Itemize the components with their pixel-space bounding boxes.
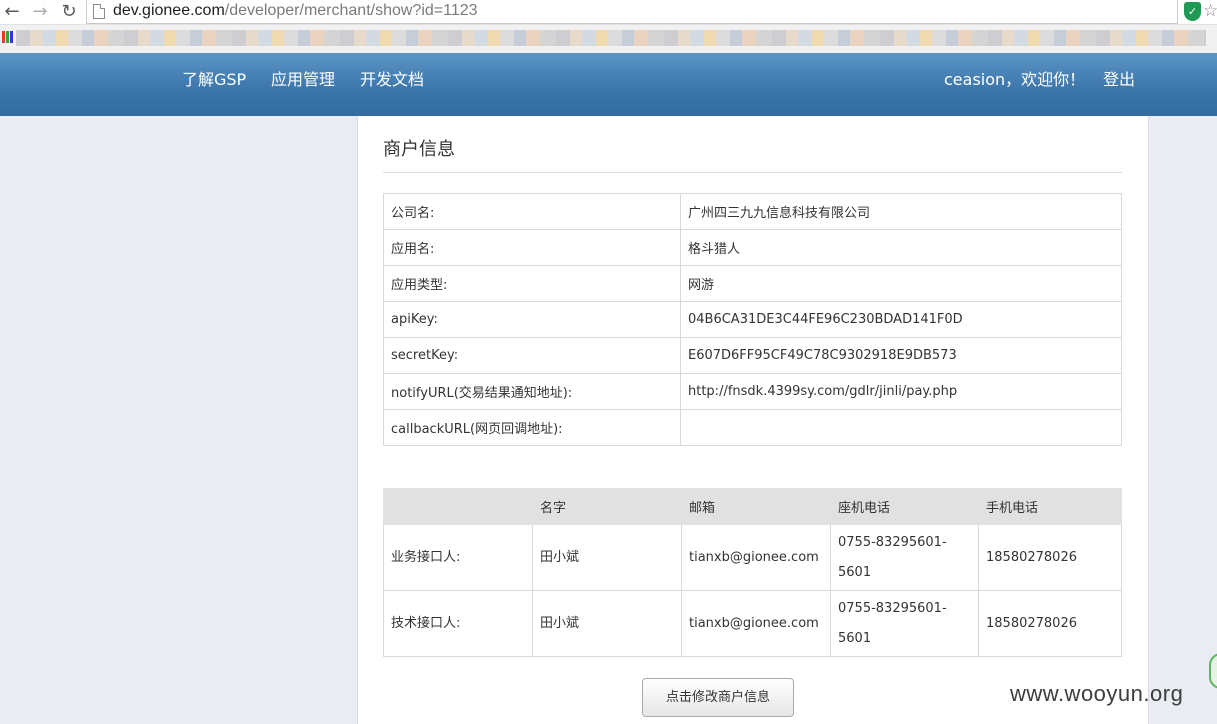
table-row: notifyURL(交易结果通知地址): http://fnsdk.4399sy… bbox=[383, 373, 1122, 410]
site-header: 了解GSP 应用管理 开发文档 ceasion，欢迎你！ 登出 bbox=[0, 53, 1217, 116]
apikey-label: apiKey: bbox=[383, 301, 681, 338]
contact-landline: 0755-83295601- 5601 bbox=[830, 524, 979, 591]
app-type-value: 网游 bbox=[680, 265, 1122, 302]
contact-role: 技术接口人: bbox=[383, 590, 533, 657]
logout-link[interactable]: 登出 bbox=[1103, 69, 1135, 91]
company-value: 广州四三九九信息科技有限公司 bbox=[680, 193, 1122, 230]
header-role bbox=[383, 488, 533, 525]
apps-icon[interactable] bbox=[2, 31, 14, 43]
back-icon[interactable]: ← bbox=[1, 1, 23, 23]
header-name: 名字 bbox=[532, 488, 682, 525]
title-divider bbox=[383, 172, 1122, 173]
landline-part1: 0755-83295601- bbox=[838, 600, 947, 616]
nav-about-gsp[interactable]: 了解GSP bbox=[182, 69, 246, 91]
table-row: 业务接口人: 田小斌 tianxb@gionee.com 0755-832956… bbox=[383, 524, 1122, 591]
company-label: 公司名: bbox=[383, 193, 681, 230]
table-row: 应用名: 格斗猎人 bbox=[383, 229, 1122, 266]
app-type-label: 应用类型: bbox=[383, 265, 681, 302]
secretkey-label: secretKey: bbox=[383, 337, 681, 374]
merchant-panel: 商户信息 公司名: 广州四三九九信息科技有限公司 应用名: 格斗猎人 应用类型:… bbox=[357, 116, 1149, 724]
contact-landline: 0755-83295601- 5601 bbox=[830, 590, 979, 657]
contact-name: 田小斌 bbox=[532, 590, 682, 657]
welcome-user[interactable]: ceasion，欢迎你！ bbox=[944, 69, 1085, 91]
landline-part1: 0755-83295601- bbox=[838, 534, 947, 550]
shield-icon[interactable]: ✓ bbox=[1184, 2, 1201, 21]
browser-toolbar: ← → ↻ dev.gionee.com/developer/merchant/… bbox=[0, 0, 1217, 25]
contact-email: tianxb@gionee.com bbox=[681, 524, 831, 591]
url-host: dev.gionee.com bbox=[113, 2, 225, 19]
table-row: 公司名: 广州四三九九信息科技有限公司 bbox=[383, 193, 1122, 230]
secretkey-value: E607D6FF95CF49C78C9302918E9DB573 bbox=[680, 337, 1122, 374]
table-row: callbackURL(网页回调地址): bbox=[383, 409, 1122, 446]
edit-merchant-button[interactable]: 点击修改商户信息 bbox=[642, 678, 794, 717]
contact-mobile: 18580278026 bbox=[978, 590, 1122, 657]
forward-icon[interactable]: → bbox=[29, 1, 51, 23]
header-landline: 座机电话 bbox=[830, 488, 979, 525]
url-text[interactable]: dev.gionee.com/developer/merchant/show?i… bbox=[113, 1, 478, 21]
page-title: 商户信息 bbox=[383, 139, 455, 160]
blurred-bookmarks bbox=[16, 30, 1206, 46]
table-row: secretKey: E607D6FF95CF49C78C9302918E9DB… bbox=[383, 337, 1122, 374]
table-row: 应用类型: 网游 bbox=[383, 265, 1122, 302]
contact-header-row: 名字 邮箱 座机电话 手机电话 bbox=[383, 488, 1122, 525]
app-name-value: 格斗猎人 bbox=[680, 229, 1122, 266]
callback-url-label: callbackURL(网页回调地址): bbox=[383, 409, 681, 446]
header-mobile: 手机电话 bbox=[978, 488, 1122, 525]
contact-name: 田小斌 bbox=[532, 524, 682, 591]
table-row: 技术接口人: 田小斌 tianxb@gionee.com 0755-832956… bbox=[383, 590, 1122, 657]
bookmarks-bar bbox=[0, 25, 1217, 78]
star-icon[interactable]: ☆ bbox=[1203, 0, 1217, 22]
landline-part2: 5601 bbox=[838, 630, 872, 646]
nav-dev-docs[interactable]: 开发文档 bbox=[360, 69, 424, 91]
app-name-label: 应用名: bbox=[383, 229, 681, 266]
contact-role: 业务接口人: bbox=[383, 524, 533, 591]
notify-url-value: http://fnsdk.4399sy.com/gdlr/jinli/pay.p… bbox=[680, 373, 1122, 410]
page-icon bbox=[93, 4, 105, 19]
nav-app-management[interactable]: 应用管理 bbox=[271, 69, 335, 91]
watermark: www.wooyun.org bbox=[1010, 681, 1184, 706]
reload-icon[interactable]: ↻ bbox=[58, 1, 80, 23]
apikey-value: 04B6CA31DE3C44FE96C230BDAD141F0D bbox=[680, 301, 1122, 338]
notify-url-label: notifyURL(交易结果通知地址): bbox=[383, 373, 681, 410]
address-bar[interactable]: dev.gionee.com/developer/merchant/show?i… bbox=[86, 0, 1178, 24]
extension-icon[interactable] bbox=[1209, 653, 1217, 689]
header-email: 邮箱 bbox=[681, 488, 831, 525]
merchant-info-table: 公司名: 广州四三九九信息科技有限公司 应用名: 格斗猎人 应用类型: 网游 a… bbox=[383, 193, 1122, 446]
contact-email: tianxb@gionee.com bbox=[681, 590, 831, 657]
contact-mobile: 18580278026 bbox=[978, 524, 1122, 591]
contact-table: 名字 邮箱 座机电话 手机电话 业务接口人: 田小斌 tianxb@gionee… bbox=[383, 488, 1122, 657]
url-path: /developer/merchant/show?id=1123 bbox=[224, 2, 478, 19]
callback-url-value bbox=[680, 409, 1122, 446]
table-row: apiKey: 04B6CA31DE3C44FE96C230BDAD141F0D bbox=[383, 301, 1122, 338]
landline-part2: 5601 bbox=[838, 564, 872, 580]
